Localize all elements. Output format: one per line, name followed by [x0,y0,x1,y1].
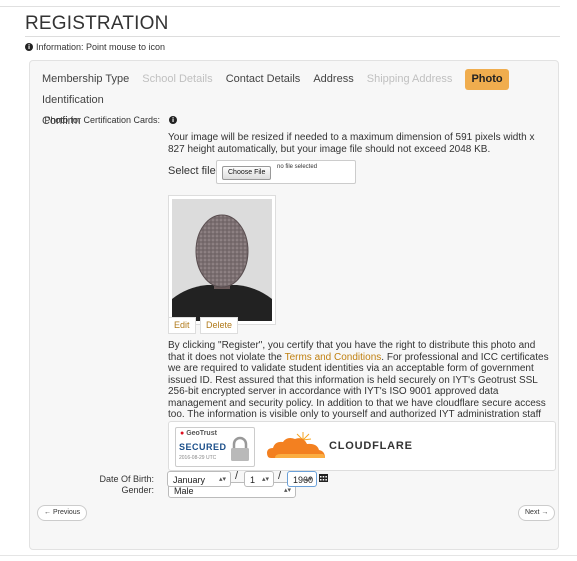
dob-month-select[interactable]: January ▴▾ [167,471,231,487]
info-line: i Information: Point mouse to icon [25,42,165,52]
choose-file-button[interactable]: Choose File [222,166,272,180]
delete-photo-button[interactable]: Delete [200,317,239,334]
tab-identification[interactable]: Identification [42,90,104,111]
resize-notice: Your image will be resized if needed to … [168,132,535,155]
photo-preview [168,195,276,325]
cloudflare-wordmark: CLOUDFLARE [329,440,413,452]
bottom-divider [0,555,577,556]
dob-label: Date Of Birth: [99,474,154,484]
cloudflare-cloud-icon [267,432,325,458]
security-badges: ● GeoTrust SECURED 2016-08-29 UTC CLOUDF… [168,421,556,471]
tab-contact-details[interactable]: Contact Details [226,69,301,90]
tab-school-details: School Details [142,73,213,85]
tab-shipping-address: Shipping Address [366,73,453,85]
title-divider [25,36,560,37]
dob-year-select[interactable]: 1960 ▴▾ [287,471,317,487]
terms-link[interactable]: Terms and Conditions [285,352,382,363]
select-arrows-icon: ▴▾ [218,476,226,483]
dob-day-select[interactable]: 1 ▴▾ [244,471,274,487]
tab-address[interactable]: Address [313,69,353,90]
info-text: Information: Point mouse to icon [36,42,166,52]
next-button[interactable]: Next → [518,505,556,521]
profile-photo [172,199,272,321]
file-status: no file selected [277,164,318,170]
calendar-icon[interactable] [319,474,328,482]
file-input[interactable]: Choose File no file selected [216,160,356,184]
edit-photo-button[interactable]: Edit [168,317,196,334]
select-file-label: Select file [168,165,216,177]
geotrust-brand: ● GeoTrust [180,430,217,437]
dob-day-value: 1 [250,475,256,485]
previous-button[interactable]: ← Previous [37,505,88,521]
certify-text: By clicking "Register", you certify that… [168,340,554,421]
dob-month-value: January [173,475,206,485]
select-arrows-icon: ▴▾ [304,476,312,483]
date-separator: / [235,470,239,482]
page-title: REGISTRATION [25,13,169,34]
top-divider [0,6,560,7]
select-arrows-icon: ▴▾ [261,476,269,483]
geotrust-date: 2016-08-29 UTC [179,455,217,461]
info-circle-icon[interactable]: i [25,43,33,51]
gender-label: Gender: [121,485,154,495]
geotrust-badge[interactable]: ● GeoTrust SECURED 2016-08-29 UTC [175,427,255,467]
photo-section-label: Photo for Certification Cards: [44,115,160,125]
padlock-icon [231,436,249,461]
geotrust-secured: SECURED [179,442,227,452]
date-separator: / [278,470,282,482]
tab-membership-type[interactable]: Membership Type [42,69,129,90]
tab-photo[interactable]: Photo [465,69,509,90]
photo-info-icon[interactable]: i [169,116,177,124]
